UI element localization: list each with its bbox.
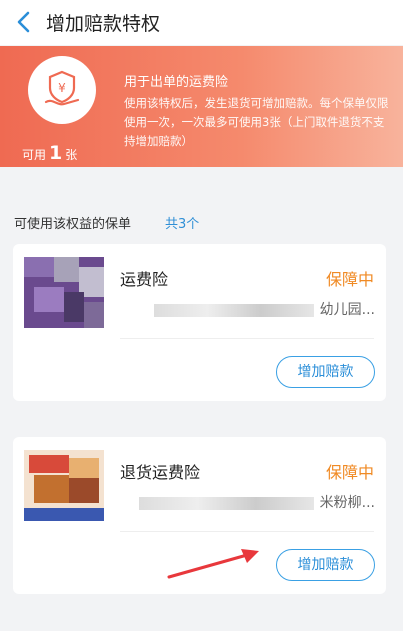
privilege-badge: ¥ (28, 56, 96, 124)
policy-subtitle: 幼儿园... (120, 299, 375, 319)
section-label: 可使用该权益的保单 (14, 217, 132, 232)
product-thumbnail (24, 450, 104, 521)
policy-subtitle-text: 米粉柳... (319, 495, 375, 511)
available-number: 1 (49, 142, 63, 164)
increase-claim-button[interactable]: 增加赔款 (276, 549, 375, 581)
status-badge: 保障中 (325, 463, 374, 482)
available-suffix: 张 (65, 148, 78, 162)
policy-name: 运费险 (120, 270, 169, 289)
privilege-banner: ¥ 可用 1 张 用于出单的运费险 使用该特权后，发生退货可增加赔款。每个保单仅限使… (0, 46, 403, 167)
status-badge: 保障中 (325, 270, 374, 289)
available-prefix: 可用 (22, 148, 47, 162)
increase-claim-button[interactable]: 增加赔款 (276, 356, 375, 388)
money-shield-icon: ¥ (44, 70, 80, 106)
divider (120, 531, 374, 532)
available-count: 可用 1 张 (22, 142, 77, 164)
policy-name: 退货运费险 (120, 463, 201, 482)
policy-subtitle: 米粉柳... (120, 492, 375, 512)
policy-card: 运费险 保障中 幼儿园... 增加赔款 (13, 244, 386, 401)
section-total: 共3个 (165, 217, 200, 232)
privilege-title: 用于出单的运费险 (124, 75, 229, 90)
product-thumbnail (24, 257, 104, 328)
back-arrow-icon[interactable] (14, 10, 36, 34)
privilege-description: 使用该特权后，发生退货可增加赔款。每个保单仅限使用一次，一次最多可使用3张（上门… (124, 96, 389, 148)
svg-text:¥: ¥ (58, 81, 66, 95)
top-bar: 增加赔款特权 (0, 0, 403, 45)
pointer-arrow-icon (167, 549, 259, 579)
divider (120, 338, 374, 339)
policy-subtitle-text: 幼儿园... (319, 302, 375, 318)
page-title: 增加赔款特权 (46, 13, 161, 35)
